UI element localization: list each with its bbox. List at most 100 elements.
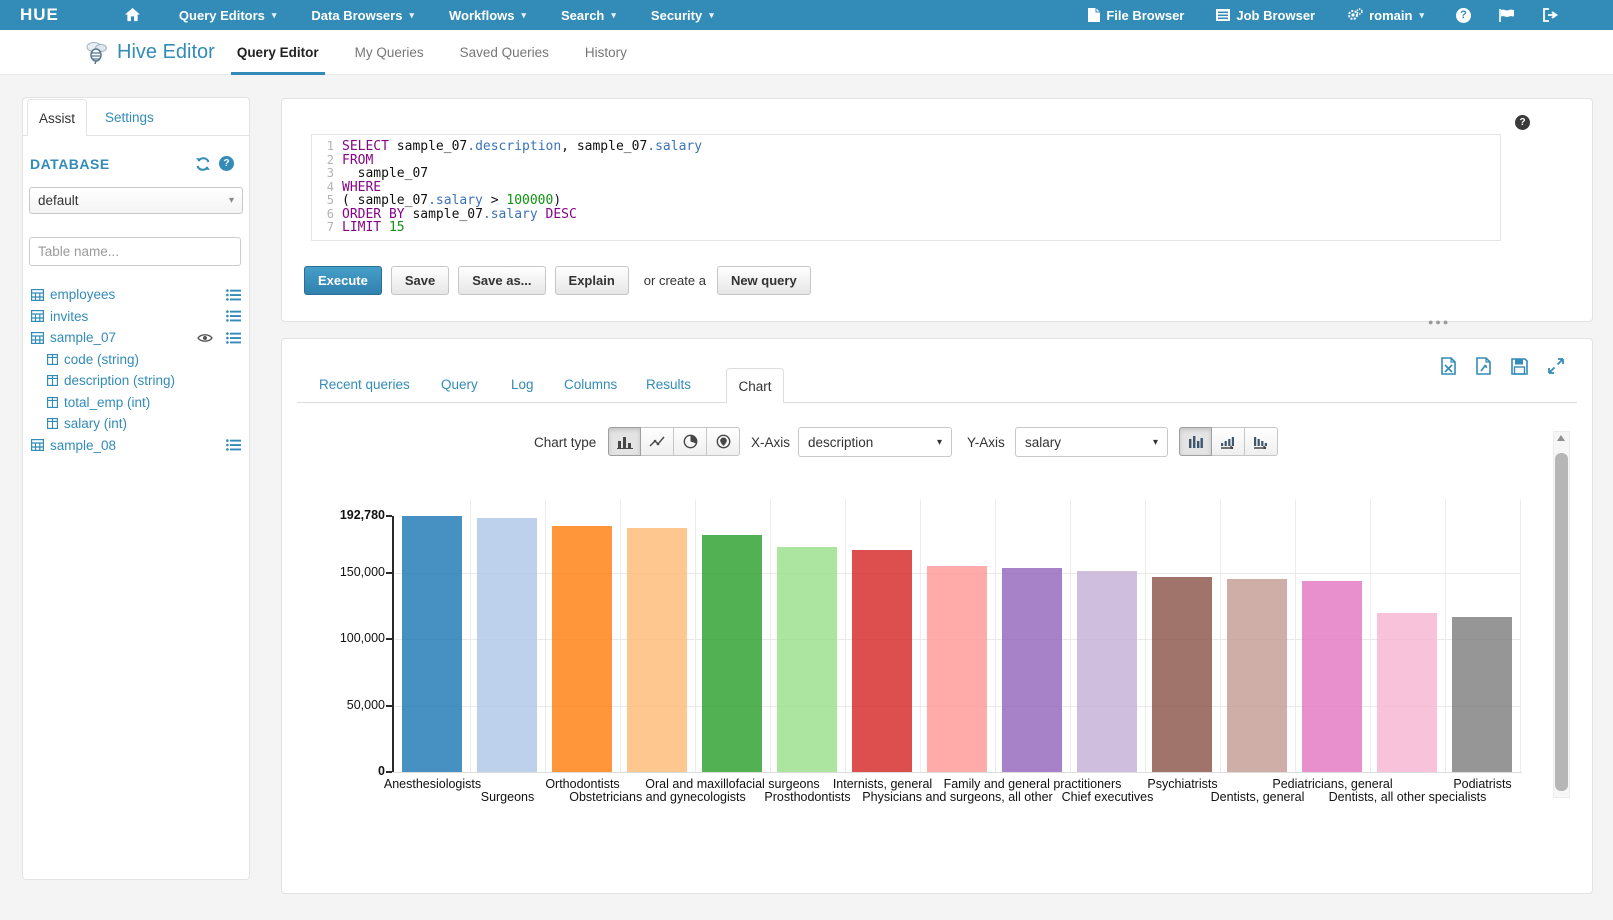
table-menu-icon[interactable]: [226, 439, 241, 451]
sidebar-column-description[interactable]: description (string): [47, 370, 245, 392]
sidebar-column-code[interactable]: code (string): [47, 349, 245, 371]
column-name: total_emp (int): [64, 395, 150, 410]
new-query-button[interactable]: New query: [717, 266, 811, 295]
hue-logo[interactable]: HUE: [20, 5, 59, 25]
chart-area: 050,000100,000150,000192,780Anesthesiolo…: [282, 339, 1592, 893]
bar-obstetricians-and-gynecologists[interactable]: [627, 528, 687, 772]
column-icon: [47, 375, 58, 386]
explain-button[interactable]: Explain: [555, 266, 629, 295]
table-name: invites: [50, 309, 88, 324]
code-token: >: [483, 194, 506, 208]
chart-scrollbar-thumb[interactable]: [1555, 453, 1568, 791]
save-as-button[interactable]: Save as...: [458, 266, 545, 295]
tab-saved-queries[interactable]: Saved Queries: [460, 30, 549, 75]
code-token: .salary: [647, 140, 702, 154]
sidebar-table-employees[interactable]: employees: [31, 284, 245, 306]
sidebar-column-total_emp[interactable]: total_emp (int): [47, 392, 245, 414]
column-name: salary (int): [64, 416, 127, 431]
code-token: sample_07: [389, 140, 467, 154]
code-token: sample_07: [342, 167, 428, 181]
gridline-vertical: [1295, 499, 1296, 772]
code-line-7: 7LIMIT 15: [312, 221, 1500, 235]
tab-query-editor[interactable]: Query Editor: [237, 30, 319, 75]
bar-prosthodontists[interactable]: [777, 547, 837, 772]
eye-icon[interactable]: [197, 333, 213, 343]
bar-dentists-general[interactable]: [1227, 579, 1287, 772]
code-token: .description: [467, 140, 561, 154]
menu-search[interactable]: Search▾: [561, 8, 616, 23]
gridline-vertical: [920, 499, 921, 772]
bar-chief-executives[interactable]: [1077, 571, 1137, 772]
bar-podiatrists[interactable]: [1452, 617, 1512, 772]
table-tree: employees invites sample_07code (string)de…: [31, 284, 245, 456]
line-number: 4: [312, 181, 342, 195]
table-filter-input[interactable]: [29, 237, 241, 266]
results-panel: Recent queries Query Log Columns Results…: [281, 338, 1593, 894]
user-menu[interactable]: romain ▾: [1347, 8, 1424, 23]
sidebar-column-salary[interactable]: salary (int): [47, 413, 245, 435]
bar-physicians-and-surgeons-all-other[interactable]: [927, 566, 987, 772]
file-browser-link[interactable]: File Browser: [1088, 8, 1184, 23]
flag-icon[interactable]: [1499, 9, 1515, 22]
help-icon[interactable]: ?: [1515, 115, 1530, 130]
code-token: 100000: [506, 194, 553, 208]
menu-data-browsers[interactable]: Data Browsers▾: [311, 8, 414, 23]
job-browser-link[interactable]: Job Browser: [1216, 8, 1315, 23]
code-line-4: 4WHERE: [312, 181, 1500, 195]
gridline-vertical: [620, 499, 621, 772]
table-name: employees: [50, 287, 115, 302]
assist-panel: Assist Settings DATABASE ? default ▾ emp…: [22, 97, 250, 880]
column-icon: [47, 418, 58, 429]
bar-family-and-general-practitioners[interactable]: [1002, 568, 1062, 772]
column-icon: [47, 354, 58, 365]
table-icon: [31, 289, 44, 301]
sidebar-table-sample_08[interactable]: sample_08: [31, 435, 245, 457]
gridline-vertical: [770, 499, 771, 772]
table-menu-icon[interactable]: [226, 310, 241, 322]
menu-query-editors[interactable]: Query Editors▾: [179, 8, 277, 23]
table-menu-icon[interactable]: [226, 289, 241, 301]
tab-my-queries[interactable]: My Queries: [355, 30, 424, 75]
code-token: DESC: [546, 208, 577, 222]
menu-security[interactable]: Security▾: [651, 8, 714, 23]
code-token: .salary: [428, 194, 483, 208]
execute-button[interactable]: Execute: [304, 266, 382, 295]
menu-workflows[interactable]: Workflows▾: [449, 8, 526, 23]
code-token: [538, 208, 546, 222]
bar-psychiatrists[interactable]: [1152, 577, 1212, 772]
app-header: Hive Editor Query Editor My Queries Save…: [0, 30, 1613, 75]
chevron-down-icon: ▾: [272, 10, 277, 21]
bar-pediatricians-general[interactable]: [1302, 581, 1362, 772]
tab-settings[interactable]: Settings: [105, 98, 154, 136]
code-token: , sample_07: [561, 140, 647, 154]
help-icon[interactable]: ?: [1456, 8, 1471, 23]
scrollbar-up-arrow[interactable]: [1557, 435, 1565, 441]
tab-history[interactable]: History: [585, 30, 627, 75]
bar-surgeons[interactable]: [477, 518, 537, 772]
help-icon[interactable]: ?: [219, 156, 234, 171]
bar-dentists-all-other-specialists[interactable]: [1377, 613, 1437, 772]
signout-icon[interactable]: [1543, 8, 1558, 22]
page-title: Hive Editor: [117, 41, 215, 64]
code-token: 15: [389, 221, 405, 235]
gears-icon: [1347, 8, 1363, 22]
table-menu-icon[interactable]: [226, 332, 241, 344]
y-tick-label: 0: [303, 764, 385, 778]
home-icon[interactable]: [125, 8, 140, 22]
bar-oral-and-maxillofacial-surgeons[interactable]: [702, 535, 762, 772]
bar-orthodontists[interactable]: [552, 526, 612, 772]
refresh-icon[interactable]: [195, 157, 211, 171]
sql-code-editor[interactable]: 1SELECT sample_07.description, sample_07…: [311, 134, 1501, 241]
code-token: .salary: [483, 208, 538, 222]
database-select[interactable]: default ▾: [29, 187, 243, 214]
sidebar-table-sample_07[interactable]: sample_07: [31, 327, 245, 349]
code-line-5: 5( sample_07.salary > 100000): [312, 194, 1500, 208]
bar-internists-general[interactable]: [852, 550, 912, 772]
tab-assist[interactable]: Assist: [27, 99, 87, 136]
line-number: 5: [312, 194, 342, 208]
resize-handle[interactable]: ●●●: [1428, 317, 1450, 327]
sidebar-table-invites[interactable]: invites: [31, 306, 245, 328]
bar-anesthesiologists[interactable]: [402, 516, 462, 772]
chevron-down-icon: ▾: [521, 10, 526, 21]
save-button[interactable]: Save: [391, 266, 449, 295]
